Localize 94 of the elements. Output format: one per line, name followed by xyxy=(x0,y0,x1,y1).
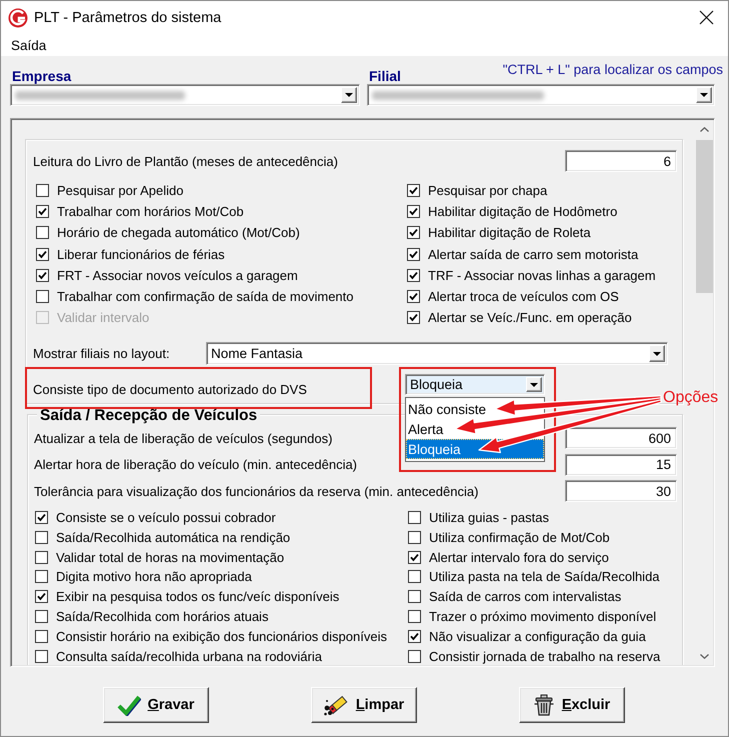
checkbox[interactable] xyxy=(36,248,49,261)
checkbox[interactable] xyxy=(36,268,49,282)
dropdown[interactable]: Bloqueia xyxy=(405,374,545,396)
checkbox-label: Alertar saída de carro sem motorista xyxy=(428,246,638,262)
checkbox[interactable] xyxy=(35,610,48,624)
checkbox-label: Liberar funcionários de férias xyxy=(57,246,225,262)
checkbox-label: Horário de chegada automático (Mot/Cob) xyxy=(57,225,300,240)
checkbox-label: Saída/Recolhida com horários atuais xyxy=(56,609,268,624)
dropdown[interactable]: Nome Fantasia xyxy=(206,342,668,366)
field-label: Consiste tipo de documento autorizado do DVS xyxy=(33,382,308,398)
checkbox-label: Trabalhar com horários Mot/Cob xyxy=(57,204,244,220)
checkbox-label: Utiliza guias - pastas xyxy=(429,510,549,525)
checkbox-label: Pesquisar por Apelido xyxy=(57,183,184,198)
checkbox[interactable] xyxy=(35,510,48,524)
annotation-label: Opções xyxy=(663,389,718,407)
scroll-down-icon[interactable] xyxy=(700,654,709,658)
dropdown[interactable] xyxy=(10,84,360,106)
checkbox[interactable] xyxy=(408,570,421,584)
checkbox[interactable] xyxy=(408,530,421,544)
checkbox-label: Validar intervalo xyxy=(57,310,150,326)
checkbox-label: FRT - Associar novos veículos a garagem xyxy=(57,268,298,283)
scrollbar-thumb[interactable] xyxy=(696,140,713,293)
window-title: PLT - Parâmetros do sistema xyxy=(34,10,222,26)
checkbox-label: Validar total de horas na movimentação xyxy=(56,550,284,565)
number-field[interactable]: 15 xyxy=(565,454,677,476)
checkbox-label: Utiliza pasta na tela de Saída/Recolhida xyxy=(429,569,660,584)
checkbox[interactable] xyxy=(36,184,49,198)
field-label: Empresa xyxy=(12,68,72,84)
caret-icon xyxy=(653,352,661,356)
checkbox[interactable] xyxy=(408,550,421,564)
checkbox-label: Consistir jornada de trabalho na reserva xyxy=(429,648,660,664)
save-button[interactable]: Gravar xyxy=(102,687,208,723)
number-field[interactable]: 600 xyxy=(565,427,677,450)
checkbox-label: Exibir na pesquisa todos os func/veíc disponíveis xyxy=(56,589,340,604)
field-label: Atualizar a tela de liberação de veículos (segundos) xyxy=(34,430,332,446)
checkbox[interactable] xyxy=(407,226,420,240)
checkbox-label: Consistir horário na exibição dos funcionários disponíveis xyxy=(56,629,387,644)
checkbox-label: Saída de carros com intervalistas xyxy=(429,589,622,604)
checkbox-label: Não visualizar a configuração da guia xyxy=(429,629,646,644)
checkbox[interactable] xyxy=(36,226,49,240)
app-logo-icon xyxy=(8,8,28,28)
field-label: Leitura do Livro de Plantão (meses de antecedência) xyxy=(33,154,338,168)
menu-item[interactable]: Saída xyxy=(10,38,48,52)
clear-button[interactable]: Limpar xyxy=(310,687,416,723)
checkbox[interactable] xyxy=(408,590,421,604)
checkbox-label: Saída/Recolhida automática na rendição xyxy=(56,530,290,545)
caret-icon xyxy=(700,93,708,97)
checkbox-label: Consulta saída/recolhida urbana na rodoviária xyxy=(56,648,322,664)
field-label: Alertar hora de liberação do veículo (min. antecedência) xyxy=(34,457,358,472)
trash-can-icon xyxy=(532,693,555,717)
checkbox-label: Digita motivo hora não apropriada xyxy=(56,569,252,584)
checkbox[interactable] xyxy=(407,268,420,282)
checkbox[interactable] xyxy=(35,530,48,544)
checkbox[interactable] xyxy=(407,248,420,261)
number-field[interactable]: 6 xyxy=(565,150,677,172)
checkbox-label: Trabalhar com confirmação de saída de movimento xyxy=(57,289,354,304)
field-label: Mostrar filiais no layout: xyxy=(33,346,171,362)
checkbox-label: Habilitar digitação de Hodômetro xyxy=(428,204,618,220)
checkbox[interactable] xyxy=(407,184,420,198)
checkbox-label: Alertar intervalo fora do serviço xyxy=(429,550,609,565)
checkbox[interactable] xyxy=(408,510,421,524)
checkbox-label: Utiliza confirmação de Mot/Cob xyxy=(429,530,610,545)
field-label: Tolerância para visualização dos funcionários da reserva (min. antecedência) xyxy=(34,484,478,499)
delete-button[interactable]: Excluir xyxy=(518,687,624,723)
checkbox[interactable] xyxy=(408,610,421,624)
field-label: Filial xyxy=(369,68,401,84)
checkbox[interactable] xyxy=(407,205,420,218)
checkbox[interactable] xyxy=(35,630,48,644)
dropdown[interactable] xyxy=(367,84,715,106)
checkbox[interactable] xyxy=(36,205,49,218)
checkbox[interactable] xyxy=(35,650,48,663)
checkbox[interactable] xyxy=(35,570,48,584)
checkbox[interactable] xyxy=(36,290,49,304)
checkbox-label: Alertar se Veíc./Func. em operação xyxy=(428,310,632,326)
checkbox-label: Pesquisar por chapa xyxy=(428,183,548,198)
checkbox[interactable] xyxy=(407,290,420,304)
checkbox[interactable] xyxy=(408,630,421,644)
checkbox[interactable] xyxy=(408,650,421,663)
checkbox[interactable] xyxy=(35,590,48,604)
checkbox-label: Habilitar digitação de Roleta xyxy=(428,225,591,240)
hint-text: "CTRL + L" para localizar os campos xyxy=(502,62,723,77)
checkbox-label: Trazer o próximo movimento disponível xyxy=(429,609,656,624)
caret-icon xyxy=(345,93,353,97)
checkbox[interactable] xyxy=(407,311,420,324)
number-field[interactable]: 30 xyxy=(565,480,677,502)
checkbox-label: TRF - Associar novas linhas a garagem xyxy=(428,268,656,283)
close-icon[interactable] xyxy=(699,10,714,25)
checkbox-label: Consiste se o veículo possui cobrador xyxy=(56,510,276,525)
checkbox-label: Alertar troca de veículos com OS xyxy=(428,289,619,304)
eraser-icon xyxy=(322,693,349,717)
checkbox[interactable] xyxy=(35,550,48,564)
caret-icon xyxy=(530,382,538,387)
scroll-up-icon[interactable] xyxy=(700,126,709,132)
check-icon xyxy=(116,694,141,716)
